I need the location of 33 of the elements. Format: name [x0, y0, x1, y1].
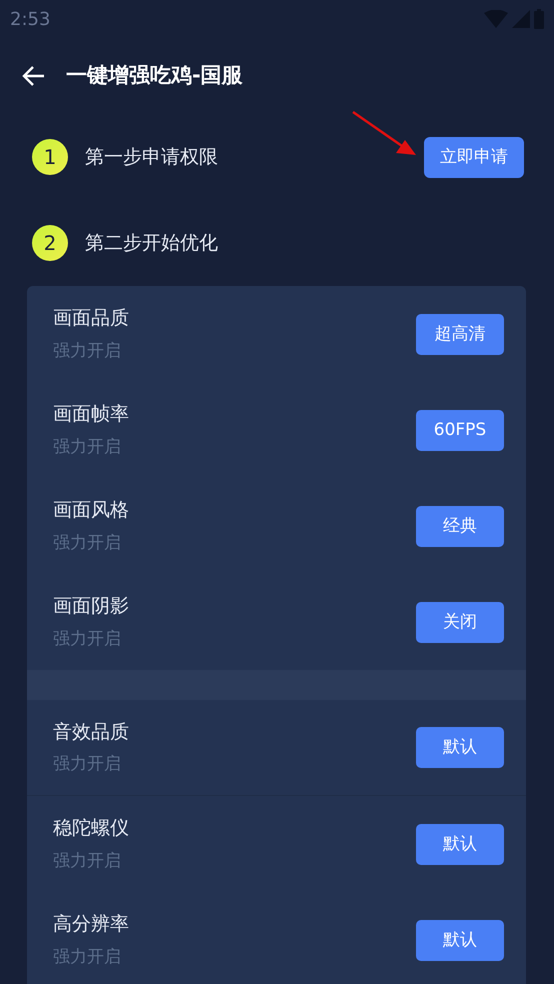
- apply-button[interactable]: 立即申请: [424, 136, 524, 178]
- setting-subtitle: 强力开启: [53, 850, 122, 872]
- step-number: 2: [32, 225, 68, 261]
- status-time: 2:53: [10, 8, 50, 32]
- step-label: 第一步申请权限: [85, 144, 218, 170]
- setting-title: 画面风格: [53, 498, 129, 523]
- step-number: 1: [32, 139, 68, 175]
- setting-value-button[interactable]: 经典: [416, 506, 504, 546]
- back-button[interactable]: [22, 64, 46, 88]
- signal-icon: [512, 10, 530, 28]
- step-label: 第二步开始优化: [85, 230, 218, 256]
- setting-value-button[interactable]: 默认: [416, 824, 504, 864]
- setting-subtitle: 强力开启: [53, 532, 122, 554]
- annotation-arrow: [352, 110, 416, 155]
- setting-subtitle: 强力开启: [53, 340, 122, 362]
- setting-value-button[interactable]: 默认: [416, 727, 504, 768]
- setting-title: 画面帧率: [53, 402, 129, 427]
- setting-title: 稳陀螺仪: [53, 816, 129, 841]
- battery-icon: [534, 9, 544, 29]
- setting-title: 高分辨率: [53, 912, 129, 937]
- setting-value-button[interactable]: 60FPS: [416, 410, 504, 450]
- setting-subtitle: 强力开启: [53, 753, 122, 776]
- setting-title: 画面阴影: [53, 594, 129, 619]
- setting-value-button[interactable]: 默认: [416, 920, 504, 960]
- setting-value-button[interactable]: 关闭: [416, 602, 504, 642]
- setting-value-button[interactable]: 超高清: [416, 314, 504, 354]
- page-title: 一键增强吃鸡-国服: [66, 62, 243, 90]
- setting-subtitle: 强力开启: [53, 946, 122, 968]
- setting-subtitle: 强力开启: [53, 628, 122, 650]
- wifi-icon: [484, 10, 508, 28]
- setting-title: 音效品质: [53, 720, 129, 744]
- setting-subtitle: 强力开启: [53, 436, 122, 458]
- setting-title: 画面品质: [53, 306, 129, 331]
